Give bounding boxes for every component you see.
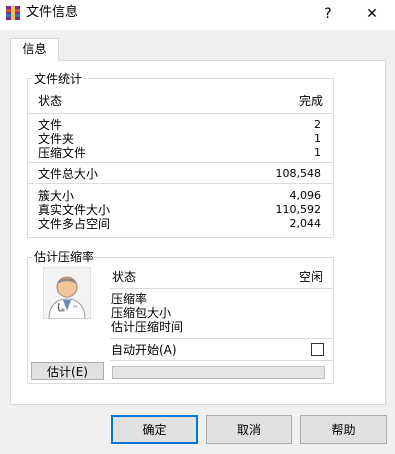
divider	[28, 162, 333, 163]
title-bar: 文件信息 ? ✕	[0, 0, 395, 30]
real-size-value: 110,592	[275, 203, 322, 216]
estimate-title: 估计压缩率	[32, 250, 97, 264]
tab-info[interactable]: 信息	[10, 38, 59, 61]
archives-label: 压缩文件	[38, 146, 87, 160]
divider	[28, 183, 333, 184]
cluster-size-value: 4,096	[289, 189, 322, 202]
overhead-label: 文件多占空间	[38, 217, 111, 231]
estimate-progress-bar	[112, 366, 325, 379]
archives-value: 1	[314, 146, 321, 159]
estimate-button[interactable]: 估计(E)	[31, 362, 104, 380]
help-icon[interactable]: ?	[306, 0, 350, 28]
divider	[110, 338, 333, 339]
files-value: 2	[314, 118, 321, 131]
winrar-app-icon	[6, 6, 20, 20]
estimated-time-label: 估计压缩时间	[111, 320, 184, 334]
cluster-size-label: 簇大小	[38, 189, 75, 203]
folders-label: 文件夹	[38, 132, 75, 146]
archive-size-label: 压缩包大小	[111, 306, 172, 320]
real-size-label: 真实文件大小	[38, 203, 111, 217]
total-size-label: 文件总大小	[38, 167, 99, 181]
estimate-status-section: 状态 空闲	[110, 265, 333, 289]
ok-button[interactable]: 确定	[111, 415, 198, 444]
status-value: 完成	[298, 94, 323, 108]
help-button[interactable]: 帮助	[300, 415, 387, 444]
close-icon[interactable]: ✕	[350, 0, 394, 28]
files-label: 文件	[38, 118, 63, 132]
estimate-status-label: 状态	[112, 270, 137, 284]
info-panel: 文件统计 状态 完成 文件 2 文件夹 1 压缩文件 1 文件总大小 108,5…	[10, 60, 386, 405]
file-stats-status-section: 状态 完成	[28, 87, 333, 113]
estimate-status-value: 空闲	[298, 270, 323, 284]
auto-start-label: 自动开始(A)	[111, 343, 177, 357]
status-label: 状态	[38, 94, 63, 108]
total-size-value: 108,548	[275, 167, 322, 180]
doctor-icon	[43, 267, 91, 319]
divider	[28, 113, 333, 114]
divider	[110, 360, 333, 361]
cancel-button[interactable]: 取消	[206, 415, 292, 444]
file-stats-title: 文件统计	[32, 72, 85, 86]
window-title: 文件信息	[26, 5, 79, 20]
folders-value: 1	[314, 132, 321, 145]
ratio-label: 压缩率	[111, 292, 148, 306]
overhead-value: 2,044	[289, 217, 322, 230]
auto-start-checkbox[interactable]	[311, 343, 324, 356]
divider	[110, 288, 333, 289]
